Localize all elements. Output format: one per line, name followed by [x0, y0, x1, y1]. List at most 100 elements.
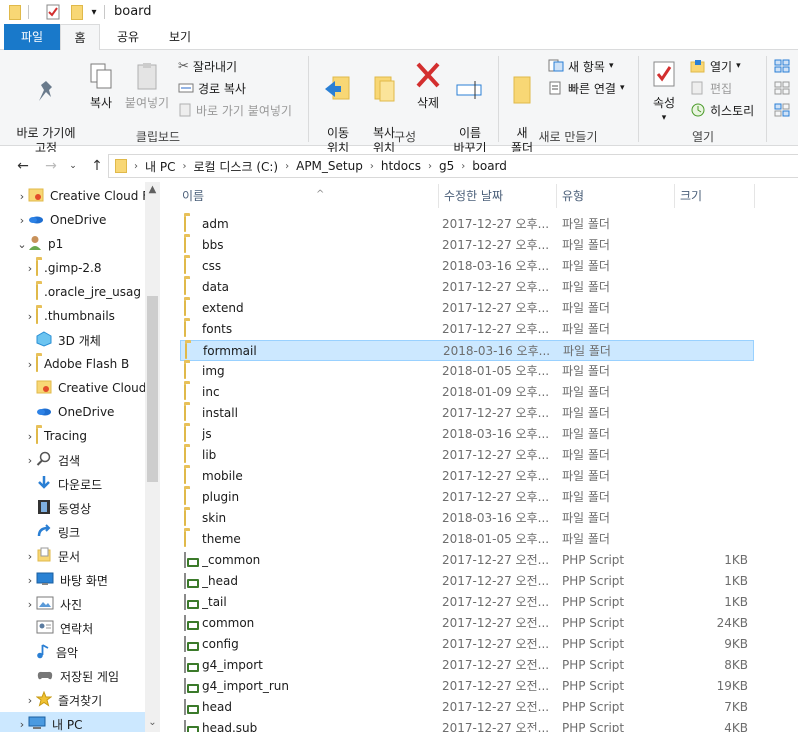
select-all-button[interactable] — [774, 56, 790, 76]
nav-item-13[interactable]: 다운로드 — [0, 472, 145, 496]
nav-item-9[interactable]: Creative Cloud — [0, 376, 145, 400]
file-row[interactable]: fonts 2017-12-27 오후... 파일 폴더 — [180, 319, 754, 340]
new-folder-quick-icon[interactable] — [68, 3, 86, 21]
new-item-button[interactable]: 새 항목 ▾ — [548, 56, 613, 76]
tab-share[interactable]: 공유 — [104, 24, 152, 50]
file-row[interactable]: _common 2017-12-27 오전... PHP Script 1KB — [180, 550, 754, 571]
file-row[interactable]: bbs 2017-12-27 오후... 파일 폴더 — [180, 235, 754, 256]
breadcrumb-separator-icon[interactable]: › — [370, 161, 374, 172]
nav-item-7[interactable]: 3D 개체 — [0, 328, 145, 352]
open-button[interactable]: 열기 ▾ — [690, 56, 741, 76]
pin-to-quick-access-button[interactable]: 바로 가기에 고정 — [8, 62, 84, 156]
file-row[interactable]: mobile 2017-12-27 오후... 파일 폴더 — [180, 466, 754, 487]
file-row[interactable]: js 2018-03-16 오후... 파일 폴더 — [180, 424, 754, 445]
expand-chevron-icon[interactable]: › — [24, 574, 36, 587]
rename-button[interactable]: 이름 바꾸기 — [448, 58, 492, 156]
file-row[interactable]: lib 2017-12-27 오후... 파일 폴더 — [180, 445, 754, 466]
nav-item-18[interactable]: › 사진 — [0, 592, 145, 616]
expand-chevron-icon[interactable]: › — [24, 430, 36, 443]
tab-view[interactable]: 보기 — [156, 24, 204, 50]
easy-access-button[interactable]: 빠른 연결 ▾ — [548, 78, 625, 98]
file-row[interactable]: plugin 2017-12-27 오후... 파일 폴더 — [180, 487, 754, 508]
nav-item-10[interactable]: OneDrive — [0, 400, 145, 424]
copy-button[interactable]: 복사 — [86, 62, 116, 111]
column-header-date[interactable]: 수정한 날짜 — [438, 182, 556, 208]
properties-button[interactable]: 속성 ▾ — [646, 58, 682, 126]
scroll-up-arrow-icon[interactable]: ▲ — [145, 182, 160, 197]
column-header-size[interactable]: 크기 — [674, 182, 754, 208]
expand-chevron-icon[interactable]: › — [24, 598, 36, 611]
forward-arrow-icon[interactable]: → — [40, 156, 62, 176]
breadcrumb-apm-setup[interactable]: APM_Setup — [296, 155, 363, 177]
expand-chevron-icon[interactable]: › — [24, 550, 36, 563]
nav-item-16[interactable]: › 문서 — [0, 544, 145, 568]
column-header-type[interactable]: 유형 — [556, 182, 674, 208]
back-arrow-icon[interactable]: ← — [12, 156, 34, 176]
file-row[interactable]: adm 2017-12-27 오후... 파일 폴더 — [180, 214, 754, 235]
quick-access-dropdown-icon[interactable]: ▾ — [88, 3, 100, 21]
file-row[interactable]: data 2017-12-27 오후... 파일 폴더 — [180, 277, 754, 298]
breadcrumb-g5[interactable]: g5 — [439, 155, 454, 177]
nav-item-22[interactable]: › 즐겨찾기 — [0, 688, 145, 712]
breadcrumb-local-disk[interactable]: 로컬 디스크 (C:) — [193, 155, 278, 177]
breadcrumb-this-pc[interactable]: 내 PC — [145, 155, 175, 177]
nav-item-1[interactable]: › Creative Cloud F — [0, 184, 145, 208]
breadcrumb-htdocs[interactable]: htdocs — [381, 155, 421, 177]
nav-item-12[interactable]: › 검색 — [0, 448, 145, 472]
up-arrow-icon[interactable]: ↑ — [86, 156, 108, 176]
tab-file[interactable]: 파일 — [4, 24, 60, 50]
nav-item-6[interactable]: › .thumbnails — [0, 304, 145, 328]
breadcrumb-separator-icon[interactable]: › — [461, 161, 465, 172]
tab-home[interactable]: 홈 — [60, 24, 100, 51]
properties-quick-icon[interactable] — [44, 3, 62, 21]
file-row[interactable]: common 2017-12-27 오전... PHP Script 24KB — [180, 613, 754, 634]
breadcrumb-separator-icon[interactable]: › — [182, 161, 186, 172]
nav-item-20[interactable]: 음악 — [0, 640, 145, 664]
nav-item-17[interactable]: › 바탕 화면 — [0, 568, 145, 592]
recent-locations-dropdown-icon[interactable]: ⌄ — [62, 156, 84, 176]
column-header-name[interactable]: ^ 이름 — [176, 182, 438, 208]
nav-item-5[interactable]: .oracle_jre_usag — [0, 280, 145, 304]
breadcrumb-board[interactable]: board — [472, 155, 507, 177]
expand-chevron-icon[interactable]: › — [16, 718, 28, 731]
edit-button[interactable]: 편집 — [690, 78, 732, 98]
file-row[interactable]: skin 2018-03-16 오후... 파일 폴더 — [180, 508, 754, 529]
cut-button[interactable]: ✂ 잘라내기 — [178, 56, 237, 76]
navigation-scrollbar-thumb[interactable] — [147, 296, 158, 482]
file-row[interactable]: _head 2017-12-27 오전... PHP Script 1KB — [180, 571, 754, 592]
scroll-down-arrow-icon[interactable]: ⌄ — [145, 715, 160, 730]
file-row[interactable]: extend 2017-12-27 오후... 파일 폴더 — [180, 298, 754, 319]
nav-item-23[interactable]: › 내 PC — [0, 712, 145, 732]
select-none-button[interactable] — [774, 78, 790, 98]
breadcrumb-separator-icon[interactable]: › — [134, 161, 138, 172]
paste-button[interactable]: 붙여넣기 — [120, 62, 174, 111]
nav-item-4[interactable]: › .gimp-2.8 — [0, 256, 145, 280]
file-row[interactable]: inc 2018-01-09 오후... 파일 폴더 — [180, 382, 754, 403]
file-row[interactable]: css 2018-03-16 오후... 파일 폴더 — [180, 256, 754, 277]
nav-item-19[interactable]: 연락처 — [0, 616, 145, 640]
nav-item-8[interactable]: › Adobe Flash B — [0, 352, 145, 376]
expand-chevron-icon[interactable]: › — [24, 358, 36, 371]
copy-path-button[interactable]: 경로 복사 — [178, 78, 246, 98]
move-to-button[interactable]: 이동 위치 — [316, 58, 360, 156]
breadcrumb-separator-icon[interactable]: › — [285, 161, 289, 172]
file-row[interactable]: img 2018-01-05 오후... 파일 폴더 — [180, 361, 754, 382]
nav-item-11[interactable]: › Tracing — [0, 424, 145, 448]
file-row[interactable]: g4_import_run 2017-12-27 오전... PHP Script 1… — [180, 676, 754, 697]
file-row[interactable]: formmail 2018-03-16 오후... 파일 폴더 — [180, 340, 754, 361]
expand-chevron-icon[interactable]: › — [16, 214, 28, 227]
nav-item-3[interactable]: ⌄ p1 — [0, 232, 145, 256]
expand-chevron-icon[interactable]: › — [24, 694, 36, 707]
nav-item-14[interactable]: 동영상 — [0, 496, 145, 520]
delete-button[interactable]: 삭제 — [410, 58, 446, 111]
file-row[interactable]: head 2017-12-27 오전... PHP Script 7KB — [180, 697, 754, 718]
nav-item-21[interactable]: 저장된 게임 — [0, 664, 145, 688]
nav-item-15[interactable]: 링크 — [0, 520, 145, 544]
invert-selection-button[interactable] — [774, 100, 790, 120]
breadcrumb-separator-icon[interactable]: › — [428, 161, 432, 172]
file-row[interactable]: _tail 2017-12-27 오전... PHP Script 1KB — [180, 592, 754, 613]
file-row[interactable]: theme 2018-01-05 오후... 파일 폴더 — [180, 529, 754, 550]
file-row[interactable]: head.sub 2017-12-27 오전... PHP Script 4KB — [180, 718, 754, 732]
nav-item-2[interactable]: › OneDrive — [0, 208, 145, 232]
expand-chevron-icon[interactable]: › — [24, 454, 36, 467]
